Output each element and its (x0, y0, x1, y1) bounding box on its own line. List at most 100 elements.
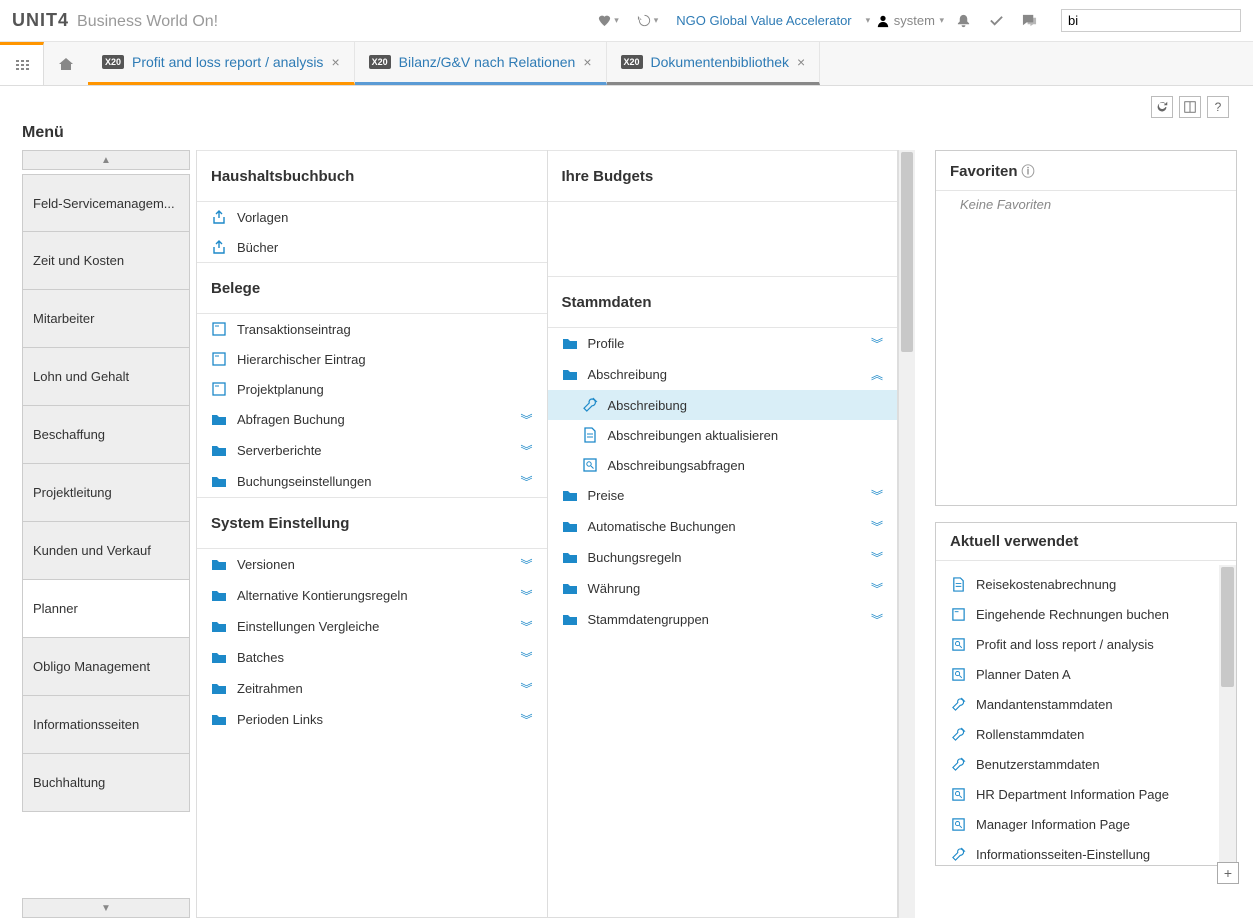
menu-link[interactable]: Vorlagen (197, 202, 547, 232)
tab[interactable]: X20Bilanz/G&V nach Relationen× (355, 42, 607, 85)
section-title: System Einstellung (197, 497, 547, 549)
menu-link[interactable]: Hierarchischer Eintrag (197, 344, 547, 374)
tab[interactable]: X20Profit and loss report / analysis× (88, 42, 355, 85)
folder-icon (211, 712, 227, 728)
sidebar-item[interactable]: Lohn und Gehalt (22, 348, 190, 406)
history-icon[interactable]: ▾ (631, 9, 665, 32)
menu-link[interactable]: Abschreibungen aktualisieren (548, 420, 898, 450)
help-button[interactable]: ? (1207, 96, 1229, 118)
check-icon[interactable] (983, 9, 1010, 32)
recent-item[interactable]: Mandantenstammdaten (936, 689, 1236, 719)
expand-icon[interactable]: ︾ (520, 442, 532, 459)
tab[interactable]: X20Dokumentenbibliothek× (607, 42, 821, 85)
expand-icon[interactable]: ︾ (520, 618, 532, 635)
link-label: Projektplanung (237, 382, 324, 397)
menu-link[interactable]: Buchungsregeln︾ (548, 542, 898, 573)
favorites-icon[interactable]: ▾ (591, 9, 625, 32)
expand-icon[interactable]: ︾ (520, 411, 532, 428)
add-button[interactable]: + (1217, 862, 1239, 884)
tab-close-icon[interactable]: × (331, 54, 339, 70)
expand-icon[interactable]: ︾ (871, 611, 883, 628)
columns-button[interactable] (1179, 96, 1201, 118)
recent-item[interactable]: Manager Information Page (936, 809, 1236, 839)
org-selector[interactable]: NGO Global Value Accelerator (676, 13, 851, 28)
sidebar-item[interactable]: Beschaffung (22, 406, 190, 464)
right-panels: Favoritenⓘ Keine Favoriten Aktuell verwe… (935, 150, 1237, 918)
menu-link[interactable]: Abschreibung (548, 390, 898, 420)
folder-icon (562, 367, 578, 383)
menu-tab-icon[interactable] (0, 42, 44, 85)
menu-link[interactable]: Profile︾ (548, 328, 898, 359)
user-menu[interactable]: system ▾ (876, 13, 944, 28)
home-tab-icon[interactable] (44, 42, 88, 85)
sidebar-item[interactable]: Kunden und Verkauf (22, 522, 190, 580)
recent-scrollbar[interactable] (1219, 565, 1236, 865)
expand-icon[interactable]: ︾ (520, 680, 532, 697)
chat-icon[interactable] (1016, 9, 1043, 32)
recent-item[interactable]: Eingehende Rechnungen buchen (936, 599, 1236, 629)
menu-link[interactable]: Alternative Kontierungsregeln︾ (197, 580, 547, 611)
expand-icon[interactable]: ︾ (520, 556, 532, 573)
sidebar-item[interactable]: Mitarbeiter (22, 290, 190, 348)
recent-item[interactable]: HR Department Information Page (936, 779, 1236, 809)
recent-item[interactable]: Rollenstammdaten (936, 719, 1236, 749)
brand-suffix: Business World On! (77, 13, 218, 31)
recent-item[interactable]: Benutzerstammdaten (936, 749, 1236, 779)
search-icon (950, 786, 966, 802)
folder-icon (211, 681, 227, 697)
expand-icon[interactable]: ︾ (520, 587, 532, 604)
folder-icon (562, 581, 578, 597)
bell-icon[interactable] (950, 9, 977, 32)
link-label: Preise (588, 488, 625, 503)
tab-close-icon[interactable]: × (797, 54, 805, 70)
expand-icon[interactable]: ︾ (520, 711, 532, 728)
menu-link[interactable]: Währung︾ (548, 573, 898, 604)
collapse-icon[interactable]: ︽ (871, 366, 883, 383)
help-icon[interactable]: ⓘ (1022, 164, 1035, 179)
menu-link[interactable]: Stammdatengruppen︾ (548, 604, 898, 635)
menu-title: Menü (22, 124, 1231, 142)
tab-close-icon[interactable]: × (583, 54, 591, 70)
menu-link[interactable]: Versionen︾ (197, 549, 547, 580)
sidebar-item[interactable]: Obligo Management (22, 638, 190, 696)
sidebar-item[interactable]: Planner (22, 580, 190, 638)
sidebar-item[interactable]: Zeit und Kosten (22, 232, 190, 290)
menu-link[interactable]: Transaktionseintrag (197, 314, 547, 344)
menu-link[interactable]: Abschreibung︽ (548, 359, 898, 390)
expand-icon[interactable]: ︾ (871, 335, 883, 352)
tools-icon (950, 696, 966, 712)
menu-link[interactable]: Batches︾ (197, 642, 547, 673)
sidebar-item[interactable]: Informationsseiten (22, 696, 190, 754)
menu-link[interactable]: Bücher (197, 232, 547, 262)
menu-link[interactable]: Serverberichte︾ (197, 435, 547, 466)
recent-item[interactable]: Reisekostenabrechnung (936, 569, 1236, 599)
recent-item[interactable]: Profit and loss report / analysis (936, 629, 1236, 659)
menu-link[interactable]: Zeitrahmen︾ (197, 673, 547, 704)
menu-link[interactable]: Buchungseinstellungen︾ (197, 466, 547, 497)
menu-link[interactable]: Projektplanung (197, 374, 547, 404)
expand-icon[interactable]: ︾ (871, 580, 883, 597)
expand-icon[interactable]: ︾ (871, 549, 883, 566)
menu-link[interactable]: Preise ︾ (548, 480, 898, 511)
expand-icon[interactable]: ︾ (871, 518, 883, 535)
menu-link[interactable]: Abschreibungsabfragen (548, 450, 898, 480)
menu-link[interactable]: Perioden Links︾ (197, 704, 547, 735)
sidebar-item[interactable]: Feld-Servicemanagem... (22, 174, 190, 232)
expand-icon[interactable]: ︾ (871, 487, 883, 504)
search-input[interactable] (1061, 9, 1241, 32)
recent-item[interactable]: Planner Daten A (936, 659, 1236, 689)
folder-icon (562, 488, 578, 504)
nav-scroll-down[interactable]: ▼ (22, 898, 190, 918)
menu-link[interactable]: Automatische Buchungen ︾ (548, 511, 898, 542)
content-scrollbar[interactable] (898, 150, 915, 918)
expand-icon[interactable]: ︾ (520, 473, 532, 490)
sidebar-item[interactable]: Projektleitung (22, 464, 190, 522)
menu-link[interactable]: Einstellungen Vergleiche︾ (197, 611, 547, 642)
sidebar-item[interactable]: Buchhaltung (22, 754, 190, 812)
menu-link[interactable]: Abfragen Buchung︾ (197, 404, 547, 435)
refresh-button[interactable] (1151, 96, 1173, 118)
link-label: Automatische Buchungen (588, 519, 736, 534)
nav-scroll-up[interactable]: ▲ (22, 150, 190, 170)
recent-item[interactable]: Informationsseiten-Einstellung (936, 839, 1236, 865)
expand-icon[interactable]: ︾ (520, 649, 532, 666)
